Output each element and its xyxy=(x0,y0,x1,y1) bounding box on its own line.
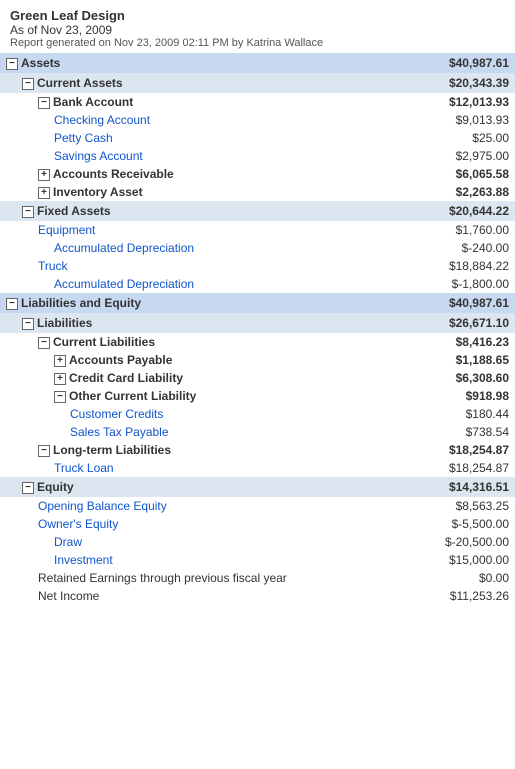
toggle-icon[interactable]: − xyxy=(22,482,34,494)
account-group-label: Inventory Asset xyxy=(53,185,143,199)
table-row: Opening Balance Equity$8,563.25 xyxy=(0,497,515,515)
table-row: Savings Account$2,975.00 xyxy=(0,147,515,165)
toggle-icon[interactable]: − xyxy=(38,337,50,349)
account-group-label: Accounts Payable xyxy=(69,353,172,367)
account-link[interactable]: Savings Account xyxy=(54,149,143,163)
table-row: Equipment$1,760.00 xyxy=(0,221,515,239)
account-group-label: Long-term Liabilities xyxy=(53,443,171,457)
table-row: +Accounts Payable$1,188.65 xyxy=(0,351,515,369)
account-group-label: Accounts Receivable xyxy=(53,167,174,181)
table-row: −Assets$40,987.61 xyxy=(0,53,515,73)
toggle-icon[interactable]: − xyxy=(54,391,66,403)
account-link[interactable]: Truck xyxy=(38,259,68,273)
account-link[interactable]: Truck Loan xyxy=(54,461,114,475)
table-row: Truck$18,884.22 xyxy=(0,257,515,275)
account-link[interactable]: Equipment xyxy=(38,223,95,237)
toggle-icon[interactable]: − xyxy=(22,318,34,330)
table-row: −Equity$14,316.51 xyxy=(0,477,515,497)
subsection-label: Current Assets xyxy=(37,76,123,90)
toggle-icon[interactable]: − xyxy=(6,58,18,70)
table-row: Customer Credits$180.44 xyxy=(0,405,515,423)
toggle-icon[interactable]: + xyxy=(38,187,50,199)
toggle-icon[interactable]: − xyxy=(6,298,18,310)
section-label: Assets xyxy=(21,56,60,70)
company-name: Green Leaf Design xyxy=(10,8,505,23)
static-label: Net Income xyxy=(38,589,99,603)
table-row: +Credit Card Liability$6,308.60 xyxy=(0,369,515,387)
table-row: +Inventory Asset$2,263.88 xyxy=(0,183,515,201)
table-row: Investment$15,000.00 xyxy=(0,551,515,569)
toggle-icon[interactable]: − xyxy=(22,206,34,218)
account-link[interactable]: Accumulated Depreciation xyxy=(54,277,194,291)
subsection-label: Equity xyxy=(37,480,74,494)
report-header: Green Leaf Design As of Nov 23, 2009 Rep… xyxy=(0,0,515,53)
table-row: −Bank Account$12,013.93 xyxy=(0,93,515,111)
toggle-icon[interactable]: + xyxy=(54,373,66,385)
table-row: Checking Account$9,013.93 xyxy=(0,111,515,129)
toggle-icon[interactable]: − xyxy=(22,78,34,90)
account-link[interactable]: Draw xyxy=(54,535,82,549)
table-row: −Liabilities$26,671.10 xyxy=(0,313,515,333)
subsection-label: Liabilities xyxy=(37,316,92,330)
account-group-label: Other Current Liability xyxy=(69,389,196,403)
account-link[interactable]: Accumulated Depreciation xyxy=(54,241,194,255)
table-row: Accumulated Depreciation$-1,800.00 xyxy=(0,275,515,293)
toggle-icon[interactable]: + xyxy=(38,169,50,181)
table-row: −Current Assets$20,343.39 xyxy=(0,73,515,93)
toggle-icon[interactable]: + xyxy=(54,355,66,367)
account-link[interactable]: Customer Credits xyxy=(70,407,163,421)
account-group-label: Bank Account xyxy=(53,95,133,109)
table-row: Retained Earnings through previous fisca… xyxy=(0,569,515,587)
table-row: −Fixed Assets$20,644.22 xyxy=(0,201,515,221)
account-group-label: Current Liabilities xyxy=(53,335,155,349)
account-link[interactable]: Owner's Equity xyxy=(38,517,118,531)
table-row: Net Income$11,253.26 xyxy=(0,587,515,605)
table-row: −Liabilities and Equity$40,987.61 xyxy=(0,293,515,313)
table-row: −Long-term Liabilities$18,254.87 xyxy=(0,441,515,459)
account-link[interactable]: Petty Cash xyxy=(54,131,113,145)
static-label: Retained Earnings through previous fisca… xyxy=(38,571,287,585)
table-row: Sales Tax Payable$738.54 xyxy=(0,423,515,441)
account-group-label: Credit Card Liability xyxy=(69,371,183,385)
report-date: As of Nov 23, 2009 xyxy=(10,23,505,37)
table-row: Petty Cash$25.00 xyxy=(0,129,515,147)
toggle-icon[interactable]: − xyxy=(38,97,50,109)
account-link[interactable]: Sales Tax Payable xyxy=(70,425,169,439)
table-row: Draw$-20,500.00 xyxy=(0,533,515,551)
section-label: Liabilities and Equity xyxy=(21,296,141,310)
table-row: +Accounts Receivable$6,065.58 xyxy=(0,165,515,183)
table-row: −Current Liabilities$8,416.23 xyxy=(0,333,515,351)
table-row: Truck Loan$18,254.87 xyxy=(0,459,515,477)
table-row: Accumulated Depreciation$-240.00 xyxy=(0,239,515,257)
balance-sheet-table: −Assets$40,987.61−Current Assets$20,343.… xyxy=(0,53,515,605)
toggle-icon[interactable]: − xyxy=(38,445,50,457)
account-link[interactable]: Investment xyxy=(54,553,113,567)
account-link[interactable]: Opening Balance Equity xyxy=(38,499,167,513)
subsection-label: Fixed Assets xyxy=(37,204,111,218)
account-link[interactable]: Checking Account xyxy=(54,113,150,127)
generated-by: Report generated on Nov 23, 2009 02:11 P… xyxy=(10,37,505,49)
table-row: −Other Current Liability$918.98 xyxy=(0,387,515,405)
table-row: Owner's Equity$-5,500.00 xyxy=(0,515,515,533)
